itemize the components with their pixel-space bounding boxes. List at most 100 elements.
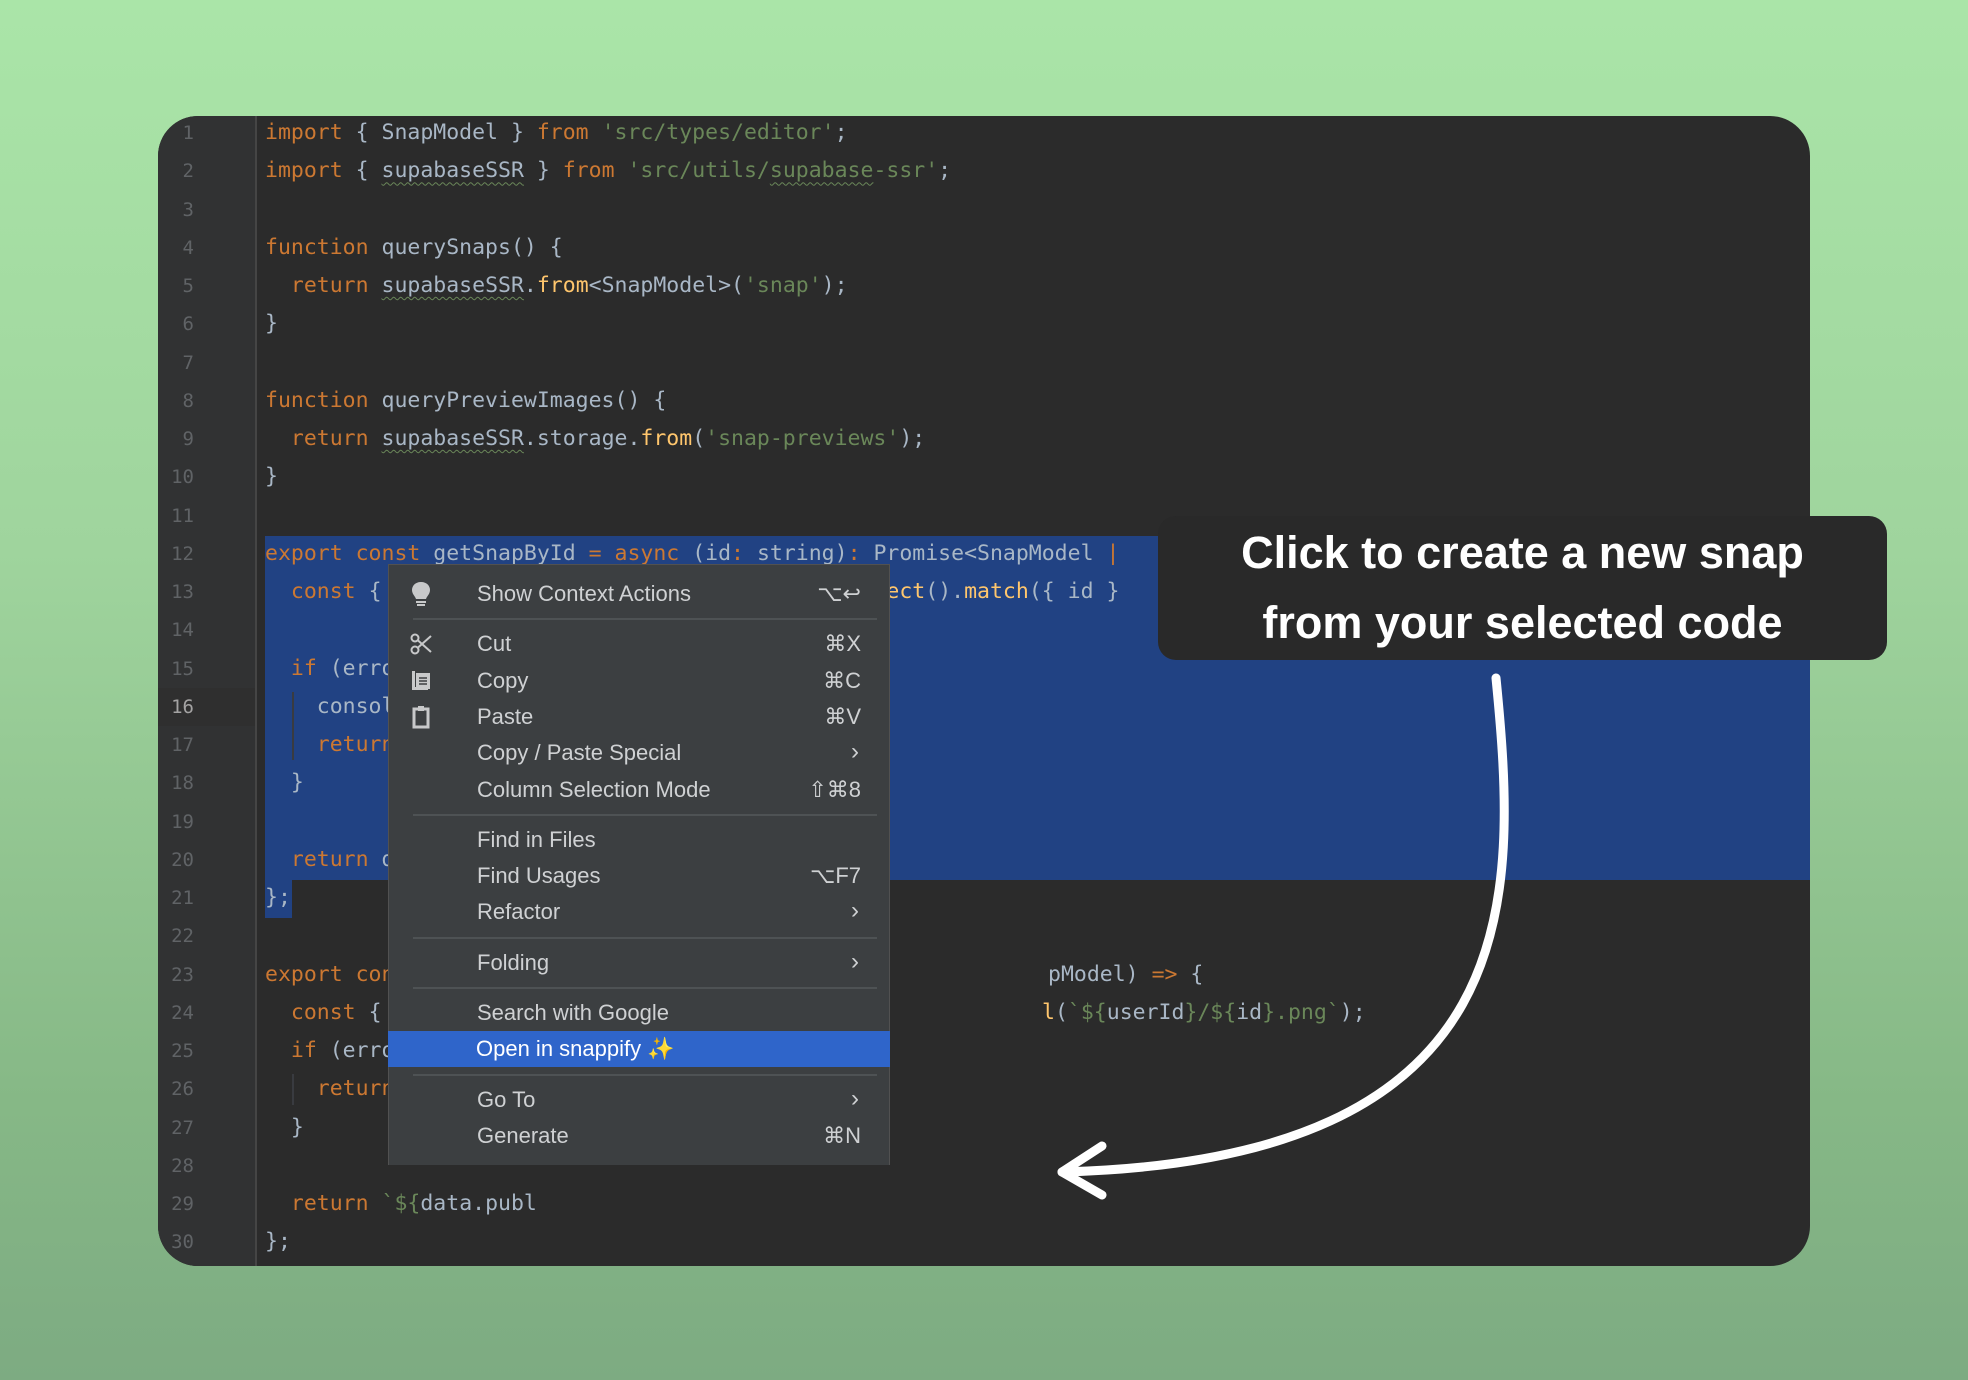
code-line[interactable]: function queryPreviewImages() {: [265, 382, 666, 420]
code-token: import: [265, 120, 343, 145]
chevron-right-icon: ›: [851, 947, 859, 975]
menu-item-show-context-actions[interactable]: Show Context Actions ⌥↩: [389, 576, 889, 612]
code-token: }: [265, 770, 304, 796]
menu-separator: [413, 618, 877, 621]
code-line[interactable]: }: [265, 305, 278, 343]
menu-item-generate[interactable]: Generate ⌘N: [389, 1118, 889, 1154]
menu-item-copy-paste-special[interactable]: Copy / Paste Special ›: [389, 735, 889, 771]
code-token: };: [265, 885, 291, 910]
menu-item-paste[interactable]: Paste ⌘V: [389, 699, 889, 735]
menu-item-search-with-google[interactable]: Search with Google: [389, 995, 889, 1031]
menu-item-label: Find in Files: [477, 826, 596, 852]
line-number: 8: [182, 389, 194, 412]
code-token: ;: [834, 120, 848, 145]
code-token: 'snap': [743, 273, 822, 298]
menu-item-find-in-files[interactable]: Find in Files: [389, 822, 889, 858]
code-line[interactable]: return `${data.publ: [265, 1185, 537, 1223]
menu-item-cut[interactable]: Cut ⌘X: [389, 626, 889, 662]
line-number: 11: [171, 504, 194, 527]
line-number: 14: [171, 619, 194, 642]
code-token: from: [536, 120, 589, 145]
code-line[interactable]: };: [265, 1223, 291, 1261]
copy-icon: [409, 669, 433, 693]
code-token: }: [265, 464, 278, 490]
code-line[interactable]: return supabaseSSR.from<SnapModel>('snap…: [265, 267, 848, 305]
clipboard-icon: [409, 705, 433, 729]
menu-item-find-usages[interactable]: Find Usages ⌥F7: [389, 858, 889, 894]
line-number: 9: [182, 428, 194, 450]
menu-item-label: Go To: [477, 1086, 536, 1112]
line-number: 12: [171, 542, 194, 565]
code-line[interactable]: import { SnapModel } from 'src/types/edi…: [265, 116, 848, 152]
menu-item-label: Copy: [477, 667, 529, 693]
code-token: `${: [1067, 999, 1107, 1025]
menu-item-label: Refactor: [477, 899, 561, 925]
menu-item-shortcut: ⇧⌘8: [808, 776, 861, 802]
code-line[interactable]: return supabaseSSR.storage.from('snap-pr…: [265, 420, 925, 458]
callout-tooltip: Click to create a new snap from your sel…: [1158, 516, 1887, 660]
line-number: 27: [171, 1116, 194, 1139]
code-token: `${: [381, 1191, 421, 1216]
code-line[interactable]: import { supabaseSSR } from 'src/utils/s…: [265, 152, 951, 190]
menu-item-label: Copy / Paste Special: [477, 740, 682, 766]
code-line-continuation[interactable]: pModel) => {: [1048, 956, 1203, 994]
menu-item-refactor[interactable]: Refactor ›: [389, 894, 889, 930]
code-token: const: [290, 999, 356, 1025]
code-line[interactable]: }: [265, 764, 304, 802]
code-token: export const: [265, 540, 421, 566]
menu-item-copy[interactable]: Copy ⌘C: [389, 663, 889, 699]
line-number-gutter: 1 2 3 4 5 6 7 8 9 10 11 12 13 14 15 16 17 18 19 20 21 22 23 24 2…: [158, 116, 257, 1266]
menu-item-label: Generate: [477, 1122, 569, 1148]
code-token: supabase: [769, 158, 874, 184]
code-token: return: [316, 1076, 395, 1102]
code-line[interactable]: function querySnaps() {: [265, 229, 563, 267]
menu-item-label: Folding: [477, 949, 550, 975]
line-number: 20: [171, 848, 194, 871]
menu-item-shortcut: ⌘N: [823, 1122, 861, 1148]
code-token: }: [265, 1114, 304, 1140]
code-token: :: [847, 540, 861, 566]
menu-item-open-in-snappify[interactable]: Open in snappify ✨: [388, 1031, 890, 1068]
code-token: return: [290, 273, 369, 298]
code-line-continuation[interactable]: l(`${userId}/${id}.png`);: [1042, 994, 1366, 1032]
menu-item-label: Show Context Actions: [477, 581, 692, 606]
line-number: 28: [171, 1154, 194, 1177]
code-token: (: [692, 426, 706, 451]
line-number: 25: [171, 1040, 194, 1062]
code-token: match: [964, 579, 1029, 604]
line-number: 13: [171, 581, 194, 603]
code-line[interactable]: }: [265, 458, 278, 496]
line-number: 21: [171, 887, 194, 909]
line-number: 10: [171, 466, 194, 489]
menu-separator: [413, 1073, 877, 1076]
code-line[interactable]: }: [265, 1109, 304, 1147]
menu-item-go-to[interactable]: Go To ›: [389, 1082, 889, 1118]
code-token: ;: [938, 158, 952, 184]
menu-item-shortcut: ⌘V: [824, 703, 861, 729]
line-number: 7: [182, 351, 194, 374]
code-token: from: [562, 158, 615, 184]
line-number: 19: [171, 810, 194, 833]
line-number: 1: [182, 122, 194, 144]
code-token: =: [588, 540, 602, 566]
code-token: );: [821, 273, 848, 298]
code-token: getSnapById: [420, 540, 589, 566]
code-token: |: [1106, 540, 1120, 566]
menu-item-label: Find Usages: [477, 863, 601, 889]
code-token: );: [1339, 999, 1366, 1025]
code-line[interactable]: };: [265, 879, 291, 917]
menu-item-folding[interactable]: Folding ›: [389, 945, 889, 981]
menu-item-column-selection-mode[interactable]: Column Selection Mode ⇧⌘8: [389, 772, 889, 808]
code-token: id: [1236, 999, 1263, 1025]
menu-item-shortcut: ⌘C: [823, 667, 861, 693]
code-token: return: [290, 426, 369, 451]
menu-separator: [413, 813, 877, 816]
code-token: ({ id }: [1028, 579, 1120, 604]
